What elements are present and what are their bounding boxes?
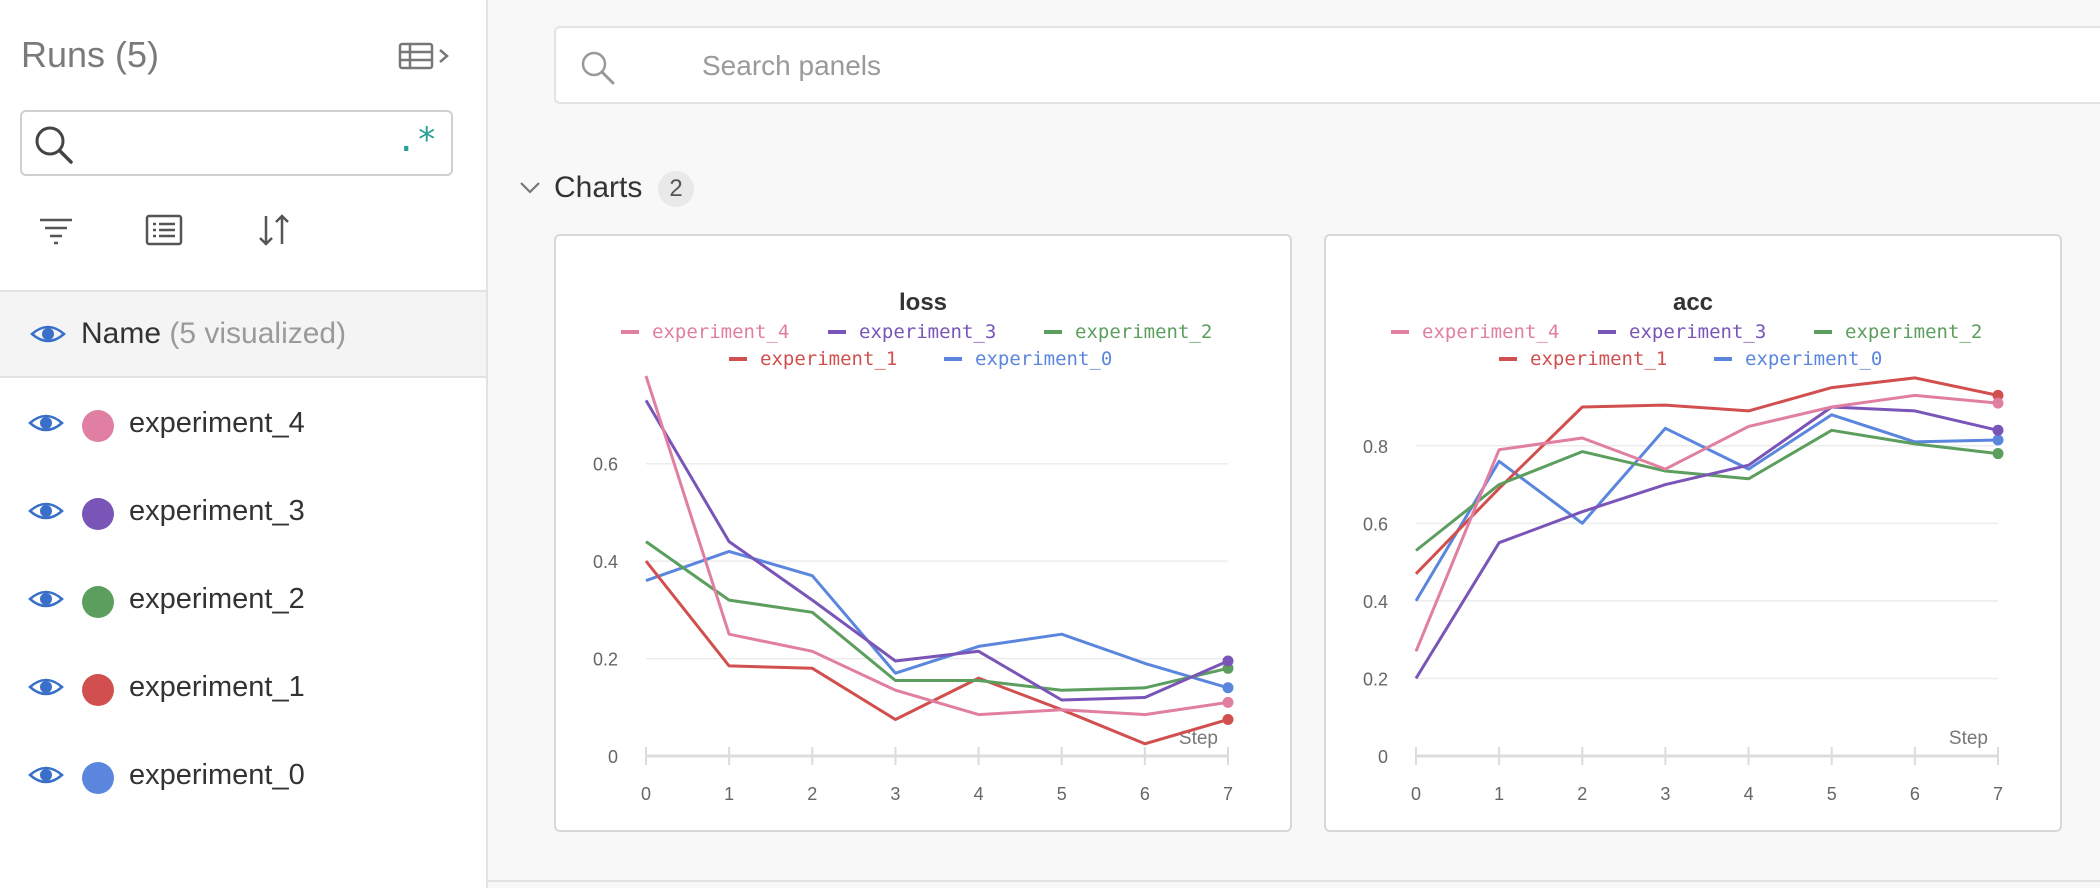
run-name: experiment_4 — [129, 407, 305, 439]
visualized-count: (5 visualized) — [169, 317, 347, 350]
legend-label: experiment_2 — [1845, 321, 1982, 343]
table-icon — [398, 42, 449, 70]
run-color-dot[interactable] — [82, 762, 114, 794]
series-endpoint — [1992, 434, 2004, 446]
x-tick-label: 1 — [1494, 784, 1504, 804]
x-tick-label: 5 — [1057, 784, 1067, 804]
name-column-header[interactable]: Name (5 visualized) — [0, 290, 486, 378]
runs-title: Runs (5) — [21, 34, 160, 75]
x-tick-label: 0 — [1411, 784, 1421, 804]
legend-label: experiment_3 — [1629, 321, 1766, 343]
series-line[interactable] — [644, 399, 1229, 702]
series-endpoint — [1992, 448, 2004, 460]
run-name: experiment_1 — [129, 671, 305, 703]
table-view-toggle[interactable] — [398, 40, 454, 74]
run-name: experiment_0 — [129, 759, 305, 791]
run-color-dot[interactable] — [82, 410, 114, 442]
eye-icon[interactable] — [28, 587, 64, 611]
run-row[interactable]: experiment_3 — [0, 470, 486, 558]
eye-icon[interactable] — [28, 499, 64, 523]
x-tick-label: 4 — [1744, 784, 1754, 804]
x-tick-label: 7 — [1993, 784, 2003, 804]
name-header-label: Name — [81, 317, 162, 350]
legend-label: experiment_3 — [859, 321, 996, 343]
y-tick-label: 0.2 — [1363, 669, 1388, 689]
panel-search-input[interactable]: Search panels — [554, 26, 2100, 104]
chart-panel-acc[interactable]: acc experiment_4 experiment_3 experiment_2e… — [1324, 234, 2062, 832]
x-tick-label: 3 — [1660, 784, 1670, 804]
search-icon — [581, 51, 615, 85]
run-row[interactable]: experiment_1 — [0, 646, 486, 734]
eye-icon[interactable] — [28, 675, 64, 699]
y-tick-label: 0.6 — [1363, 514, 1388, 534]
series-endpoint — [1222, 655, 1234, 667]
eye-icon[interactable] — [28, 763, 64, 787]
search-icon — [35, 126, 73, 164]
run-row[interactable]: experiment_4 — [0, 382, 486, 470]
x-axis-label: Step — [1949, 728, 1988, 749]
y-tick-label: 0 — [608, 747, 618, 767]
x-tick-label: 6 — [1140, 784, 1150, 804]
x-tick-label: 2 — [807, 784, 817, 804]
run-color-dot[interactable] — [82, 498, 114, 530]
filter-button[interactable] — [36, 210, 76, 250]
divider — [488, 880, 2100, 882]
chart-panel-loss[interactable]: loss experiment_4 experiment_3 experiment_2… — [554, 234, 1292, 832]
x-tick-label: 2 — [1577, 784, 1587, 804]
x-tick-label: 3 — [890, 784, 900, 804]
run-row[interactable]: experiment_2 — [0, 558, 486, 646]
series-endpoint — [1992, 397, 2004, 409]
acc-chart: acc experiment_4 experiment_3 experiment_2e… — [1363, 289, 2004, 804]
chevron-down-icon[interactable] — [518, 176, 542, 200]
legend-label: experiment_0 — [975, 348, 1112, 370]
legend-label: experiment_0 — [1745, 348, 1882, 370]
y-tick-label: 0.2 — [593, 650, 618, 670]
legend-label: experiment_1 — [1530, 348, 1667, 370]
sort-button[interactable] — [254, 210, 294, 250]
x-tick-label: 4 — [974, 784, 984, 804]
section-title[interactable]: Charts — [554, 171, 642, 205]
run-name: experiment_3 — [129, 495, 305, 527]
runs-sidebar: Runs (5) .* Name (5 visualized) experime… — [0, 0, 488, 888]
columns-button[interactable] — [144, 210, 184, 250]
run-color-dot[interactable] — [82, 674, 114, 706]
x-tick-label: 7 — [1223, 784, 1233, 804]
runs-search-input[interactable]: .* — [20, 110, 453, 176]
legend-label: experiment_1 — [760, 348, 897, 370]
y-tick-label: 0.4 — [593, 552, 618, 572]
filter-icon — [40, 218, 72, 245]
series-endpoint — [1992, 424, 2004, 436]
eye-icon[interactable] — [30, 322, 66, 346]
legend-label: experiment_4 — [652, 321, 789, 343]
y-tick-label: 0.6 — [593, 455, 618, 475]
series-line[interactable] — [645, 540, 1229, 692]
loss-chart: loss experiment_4 experiment_3 experiment_2… — [593, 289, 1234, 804]
chart-title: loss — [899, 289, 947, 316]
series-line[interactable] — [644, 560, 1229, 746]
y-tick-label: 0.8 — [1363, 437, 1388, 457]
y-tick-label: 0.4 — [1363, 592, 1388, 612]
eye-icon[interactable] — [28, 411, 64, 435]
series-endpoint — [1222, 696, 1234, 708]
section-count-badge: 2 — [658, 171, 694, 207]
chart-title: acc — [1673, 289, 1713, 316]
x-tick-label: 5 — [1827, 784, 1837, 804]
columns-icon — [145, 214, 183, 246]
series-endpoint — [1222, 682, 1234, 694]
x-tick-label: 1 — [724, 784, 734, 804]
sort-icon — [259, 214, 289, 246]
legend-label: experiment_2 — [1075, 321, 1212, 343]
main-workspace: Search panels Charts 2 loss experiment_4 e… — [488, 0, 2100, 888]
series-endpoint — [1222, 713, 1234, 725]
panel-search-placeholder: Search panels — [702, 50, 882, 81]
y-tick-label: 0 — [1378, 747, 1388, 767]
x-tick-label: 6 — [1910, 784, 1920, 804]
legend-label: experiment_4 — [1422, 321, 1559, 343]
run-name: experiment_2 — [129, 583, 305, 615]
run-row[interactable]: experiment_0 — [0, 734, 486, 822]
x-tick-label: 0 — [641, 784, 651, 804]
run-color-dot[interactable] — [82, 586, 114, 618]
regex-toggle[interactable]: .* — [396, 120, 437, 160]
